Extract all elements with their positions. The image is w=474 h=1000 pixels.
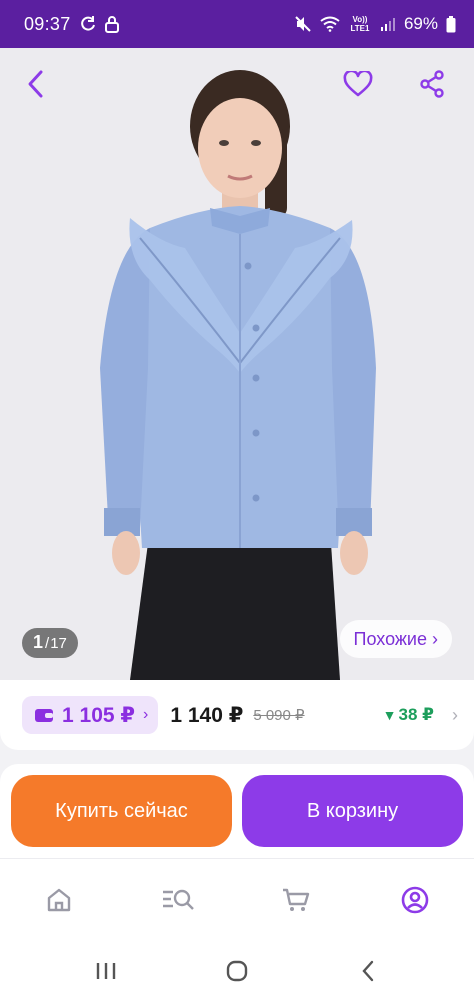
back-button[interactable] (16, 66, 56, 102)
price-card: 1 105 ₽ › 1 140 ₽ 5 090 ₽ ▼ 38 ₽ › (0, 680, 474, 750)
similar-products-label: Похожие › (353, 628, 438, 649)
back-nav-icon (362, 960, 374, 982)
action-bar: Купить сейчас В корзину (0, 764, 474, 858)
price-change-value: 38 ₽ (398, 705, 434, 724)
tab-home[interactable] (29, 875, 89, 925)
status-bar: 09:37 Vo)) LTE1 69% (0, 0, 474, 48)
catalog-search-icon (162, 889, 194, 910)
image-counter: 1 / 17 (22, 628, 78, 658)
profile-icon (401, 886, 429, 913)
share-icon (420, 70, 444, 98)
chevron-right-icon: › (143, 706, 149, 723)
home-nav-button[interactable] (207, 951, 267, 991)
bottom-tab-bar (0, 858, 474, 942)
image-counter-current: 1 (33, 632, 44, 652)
product-image-gallery[interactable] (0, 48, 474, 680)
image-counter-total: 17 (50, 635, 67, 652)
back-nav-button[interactable] (338, 951, 398, 991)
share-button[interactable] (412, 66, 452, 102)
wallet-icon (35, 709, 53, 722)
image-counter-separator: / (45, 635, 50, 652)
recent-apps-button[interactable] (76, 951, 136, 991)
wifi-icon (320, 16, 340, 32)
price-change[interactable]: ▼ 38 ₽ (383, 705, 434, 725)
buy-now-button[interactable]: Купить сейчас (11, 775, 232, 847)
favorite-button[interactable] (338, 66, 378, 102)
sync-icon (80, 16, 95, 31)
add-to-cart-button[interactable]: В корзину (242, 775, 463, 847)
status-time: 09:37 (24, 13, 71, 34)
recent-apps-icon (96, 963, 115, 979)
price-down-arrow-icon: ▼ (382, 707, 397, 723)
wallet-price: 1 105 ₽ (62, 703, 135, 727)
tab-profile[interactable] (385, 875, 445, 925)
old-price: 5 090 ₽ (253, 707, 305, 724)
network-label: Vo)) LTE1 (350, 15, 370, 33)
price: 1 140 ₽ (170, 703, 244, 727)
price-details-chevron-icon[interactable]: › (452, 705, 458, 726)
product-photo (0, 48, 474, 680)
wallet-price-pill[interactable]: 1 105 ₽ › (22, 696, 159, 734)
mute-icon (295, 16, 311, 32)
chevron-left-icon (28, 70, 43, 98)
similar-products-button[interactable]: Похожие › (339, 620, 452, 658)
signal-icon (380, 18, 395, 31)
battery-icon (446, 15, 456, 32)
battery-percent: 69% (403, 14, 438, 33)
home-icon (48, 888, 71, 911)
tab-catalog[interactable] (148, 875, 208, 925)
cart-icon (283, 888, 310, 911)
system-navigation-bar (0, 942, 474, 1000)
home-nav-icon (226, 960, 248, 982)
lock-icon (104, 16, 119, 33)
heart-icon (343, 71, 373, 97)
tab-cart[interactable] (266, 875, 326, 925)
